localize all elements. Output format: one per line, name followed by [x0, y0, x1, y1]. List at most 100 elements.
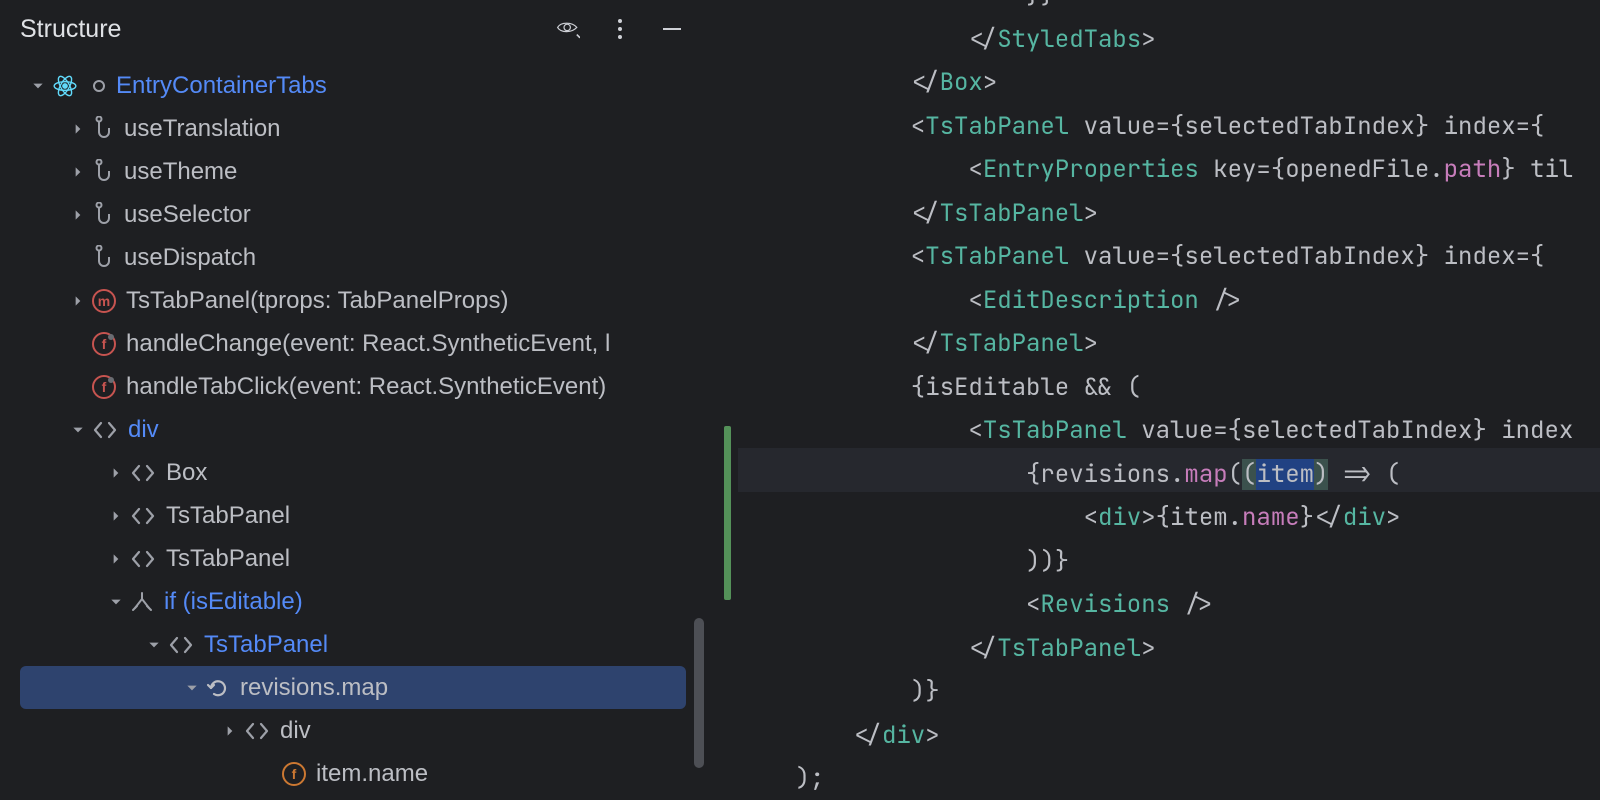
code-line: )} — [738, 670, 1573, 714]
tree-node[interactable]: EntryContainerTabs — [0, 64, 706, 107]
tree-node[interactable]: Box — [0, 451, 706, 494]
hook-icon — [92, 202, 114, 228]
expand-arrow-icon[interactable] — [68, 122, 88, 136]
expand-arrow-icon[interactable] — [106, 552, 126, 566]
tree-node-label: Box — [166, 459, 207, 487]
code-line: </TsTabPanel> — [738, 322, 1573, 366]
more-options-icon[interactable] — [608, 17, 632, 41]
code-line: {revisions.map((item) => ( — [738, 453, 1573, 497]
code-line: <TsTabPanel value={selectedTabIndex} ind… — [738, 235, 1573, 279]
react-icon — [52, 73, 78, 99]
loop-icon — [206, 676, 230, 700]
scrollbar-vertical[interactable] — [694, 618, 704, 768]
function-icon: f — [92, 375, 116, 399]
expand-arrow-icon[interactable] — [106, 466, 126, 480]
method-icon: m — [92, 289, 116, 313]
tag-icon — [130, 506, 156, 526]
svg-text:f: f — [102, 336, 107, 352]
tag-icon — [244, 721, 270, 741]
tree-node[interactable]: div — [0, 408, 706, 451]
expand-arrow-icon[interactable] — [182, 681, 202, 695]
tree-node-label: useDispatch — [124, 244, 256, 272]
visibility-icon[interactable] — [556, 17, 580, 41]
code-line: {isEditable && ( — [738, 366, 1573, 410]
expand-arrow-icon[interactable] — [68, 208, 88, 222]
expand-arrow-icon[interactable] — [68, 423, 88, 437]
tree-node-label: TsTabPanel — [166, 502, 290, 530]
svg-text:f: f — [102, 379, 107, 395]
code-line: </div> — [738, 714, 1573, 758]
tree-node-label: TsTabPanel — [166, 545, 290, 573]
function-icon: f — [92, 332, 116, 356]
tree-node-label: div — [128, 416, 159, 444]
svg-text:m: m — [98, 293, 110, 309]
tree-node-label: TsTabPanel(tprops: TabPanelProps) — [126, 287, 508, 315]
expand-arrow-icon[interactable] — [68, 294, 88, 308]
tree-node-label: TsTabPanel — [204, 631, 328, 659]
structure-panel: Structure EntryContainerTabs — [0, 0, 706, 800]
tree-node[interactable]: if (isEditable) — [0, 580, 706, 623]
expand-arrow-icon[interactable] — [106, 595, 126, 609]
code-line: <TsTabPanel value={selectedTabIndex} ind… — [738, 105, 1573, 149]
hook-icon — [92, 159, 114, 185]
tag-icon — [130, 549, 156, 569]
vcs-added-marker — [724, 426, 731, 600]
code-editor[interactable]: }} </StyledTabs> </Box> <TsTabPanel valu… — [706, 0, 1600, 800]
function-icon: f — [282, 762, 306, 786]
tree-node-label: div — [280, 717, 311, 745]
code-line: ); — [738, 757, 1573, 800]
expand-arrow-icon[interactable] — [220, 724, 240, 738]
code-line: }} — [738, 0, 1573, 18]
code-line: <EditDescription /> — [738, 279, 1573, 323]
tree-node[interactable]: useDispatch — [0, 236, 706, 279]
tree-node[interactable]: m TsTabPanel(tprops: TabPanelProps) — [0, 279, 706, 322]
expand-arrow-icon[interactable] — [68, 165, 88, 179]
tree-node[interactable]: revisions.map — [20, 666, 686, 709]
tree-node[interactable]: useTranslation — [0, 107, 706, 150]
hook-icon — [92, 116, 114, 142]
tree-node[interactable]: TsTabPanel — [0, 623, 706, 666]
code-line: <EntryProperties key={openedFile.path} t… — [738, 148, 1573, 192]
tree-node-label: useTheme — [124, 158, 237, 186]
expand-arrow-icon[interactable] — [144, 638, 164, 652]
minimize-icon[interactable] — [660, 17, 684, 41]
code-content: }} </StyledTabs> </Box> <TsTabPanel valu… — [738, 0, 1573, 800]
tree-node-label: useTranslation — [124, 115, 281, 143]
branch-icon — [130, 590, 154, 614]
code-line: </TsTabPanel> — [738, 627, 1573, 671]
code-line: </StyledTabs> — [738, 18, 1573, 62]
code-line: <TsTabPanel value={selectedTabIndex} ind… — [738, 409, 1573, 453]
panel-title: Structure — [20, 15, 556, 44]
tree-node-label: item.name — [316, 760, 428, 788]
circle-icon — [92, 79, 106, 93]
structure-header: Structure — [0, 0, 706, 58]
tree-node[interactable]: f handleTabClick(event: React.SyntheticEv… — [0, 365, 706, 408]
tree-node[interactable]: TsTabPanel — [0, 537, 706, 580]
tree-node-label: revisions.map — [240, 674, 388, 702]
structure-tree[interactable]: EntryContainerTabs useTranslation useTheme… — [0, 58, 706, 800]
expand-arrow-icon[interactable] — [28, 79, 48, 93]
tag-icon — [168, 635, 194, 655]
code-line: <Revisions /> — [738, 583, 1573, 627]
tree-node-label: handleTabClick(event: React.SyntheticEve… — [126, 373, 606, 401]
svg-text:f: f — [292, 766, 297, 782]
tree-node-label: handleChange(event: React.SyntheticEvent… — [126, 330, 610, 358]
tree-node[interactable]: useTheme — [0, 150, 706, 193]
tree-node[interactable]: div — [0, 709, 706, 752]
code-line: </TsTabPanel> — [738, 192, 1573, 236]
tree-node-label: if (isEditable) — [164, 588, 303, 616]
tag-icon — [92, 420, 118, 440]
tree-node[interactable]: TsTabPanel — [0, 494, 706, 537]
tree-node[interactable]: useSelector — [0, 193, 706, 236]
tree-node[interactable]: f handleChange(event: React.SyntheticEven… — [0, 322, 706, 365]
code-line: ))} — [738, 540, 1573, 584]
header-actions — [556, 17, 694, 41]
hook-icon — [92, 245, 114, 271]
tree-node-label: useSelector — [124, 201, 251, 229]
expand-arrow-icon[interactable] — [106, 509, 126, 523]
tree-node[interactable]: f item.name — [0, 752, 706, 795]
code-line: </Box> — [738, 61, 1573, 105]
editor-gutter — [706, 0, 736, 800]
tag-icon — [130, 463, 156, 483]
code-line: <div>{item.name}</div> — [738, 496, 1573, 540]
